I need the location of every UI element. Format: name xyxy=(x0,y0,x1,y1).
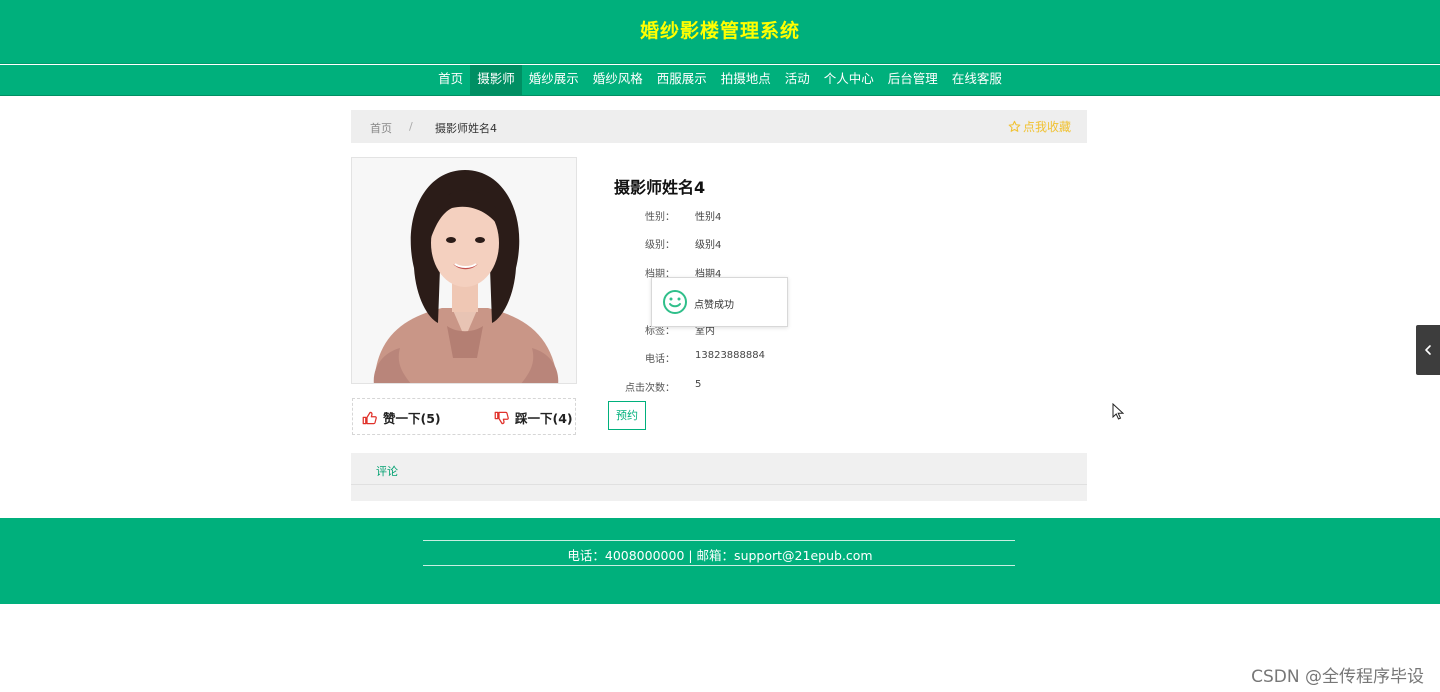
field-label: 电话： xyxy=(645,354,675,365)
mouse-cursor-icon xyxy=(1112,403,1124,420)
field-value: 13823888884 xyxy=(695,350,765,361)
nav-item-online-service[interactable]: 在线客服 xyxy=(945,65,1009,95)
nav-item-admin[interactable]: 后台管理 xyxy=(881,65,945,95)
breadcrumb: 首页 / 摄影师姓名4 点我收藏 xyxy=(351,110,1087,143)
favorite-button[interactable]: 点我收藏 xyxy=(1008,118,1071,135)
field-value: 5 xyxy=(695,379,702,390)
field-row-level: 级别： 级别4 xyxy=(600,236,900,252)
favorite-label: 点我收藏 xyxy=(1022,120,1071,134)
toast-text: 点赞成功 xyxy=(694,300,734,311)
thumbs-down-icon xyxy=(494,411,509,424)
toast-message: 点赞成功 xyxy=(651,277,788,327)
main-nav: 首页 摄影师 婚纱展示 婚纱风格 西服展示 拍摄地点 活动 个人中心 后台管理 … xyxy=(0,65,1440,96)
like-button[interactable]: 赞一下(5) xyxy=(362,408,441,427)
field-value: 性别4 xyxy=(695,212,722,223)
comment-panel: 评论 xyxy=(351,453,1087,501)
footer-divider-bottom xyxy=(423,565,1015,566)
chevron-left-icon xyxy=(1425,345,1431,355)
nav-item-photographer[interactable]: 摄影师 xyxy=(470,65,522,95)
tab-comments[interactable]: 评论 xyxy=(376,463,398,479)
side-panel-toggle[interactable] xyxy=(1416,325,1440,375)
portrait-image xyxy=(352,158,576,383)
watermark: CSDN @全传程序毕设 xyxy=(1251,667,1424,687)
field-label: 性别： xyxy=(645,212,675,223)
field-label: 点击次数： xyxy=(625,383,675,394)
nav-item-wedding-dress[interactable]: 婚纱展示 xyxy=(522,65,586,95)
dislike-button[interactable]: 踩一下(4) xyxy=(494,408,573,427)
nav-item-activities[interactable]: 活动 xyxy=(778,65,817,95)
nav-item-dress-style[interactable]: 婚纱风格 xyxy=(586,65,650,95)
dislike-label: 踩一下(4) xyxy=(515,411,573,426)
field-row-clicks: 点击次数： 5 xyxy=(600,379,900,395)
photographer-photo xyxy=(351,157,577,384)
nav-item-locations[interactable]: 拍摄地点 xyxy=(714,65,778,95)
site-title: 婚纱影楼管理系统 xyxy=(639,20,800,42)
footer-divider-top xyxy=(423,540,1015,541)
like-label: 赞一下(5) xyxy=(383,411,441,426)
nav-item-home[interactable]: 首页 xyxy=(431,65,470,95)
field-row-gender: 性别： 性别4 xyxy=(600,208,900,224)
breadcrumb-home[interactable]: 首页 xyxy=(370,120,392,136)
breadcrumb-current: 摄影师姓名4 xyxy=(435,122,497,135)
vote-panel: 赞一下(5) 踩一下(4) xyxy=(352,398,576,435)
field-value: 级别4 xyxy=(695,240,722,251)
nav-item-suits[interactable]: 西服展示 xyxy=(650,65,714,95)
thumbs-up-icon xyxy=(362,411,377,424)
nav-item-personal-center[interactable]: 个人中心 xyxy=(817,65,881,95)
site-header: 婚纱影楼管理系统 xyxy=(0,0,1440,64)
footer-contact: 电话：4008000000 | 邮箱：support@21epub.com xyxy=(567,548,873,563)
book-button[interactable]: 预约 xyxy=(608,401,646,430)
field-label: 级别： xyxy=(645,240,675,251)
comment-divider xyxy=(351,484,1087,485)
star-outline-icon xyxy=(1008,120,1021,132)
field-row-phone: 电话： 13823888884 xyxy=(600,350,900,366)
photographer-name: 摄影师姓名4 xyxy=(614,178,706,197)
site-footer: 电话：4008000000 | 邮箱：support@21epub.com xyxy=(0,518,1440,604)
smile-icon xyxy=(663,290,687,314)
breadcrumb-separator: / xyxy=(409,120,413,133)
